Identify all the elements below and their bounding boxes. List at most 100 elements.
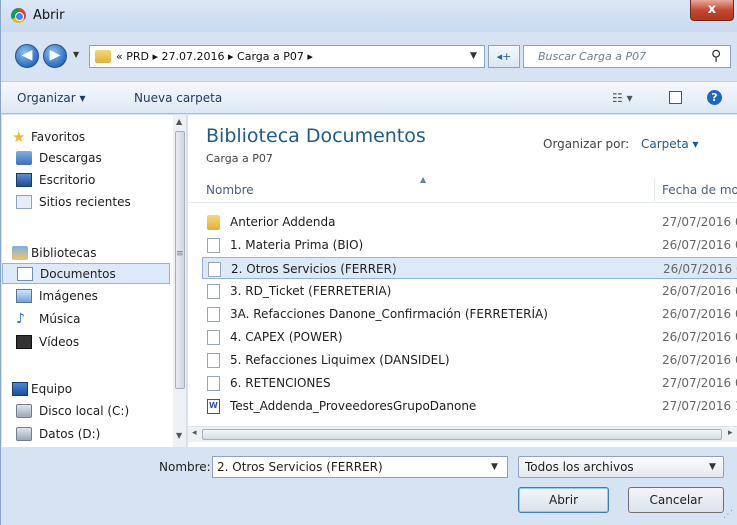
nav-item-label: Imágenes [39, 289, 98, 303]
scrollbar-thumb[interactable] [202, 429, 722, 440]
breadcrumb-item-date[interactable]: 27.07.2016 [162, 50, 225, 63]
file-name: 6. RETENCIONES [230, 376, 331, 390]
file-row[interactable]: 1. Materia Prima (BIO) 26/07/2016 0 [202, 234, 737, 256]
forward-button[interactable]: ▶ [43, 44, 67, 68]
breadcrumb: « PRD ▸ 27.07.2016 ▸ Carga a P07 ▸ [116, 50, 313, 63]
file-date: 26/07/2016 0 [662, 353, 737, 367]
file-row[interactable]: 5. Refacciones Liquimex (DANSIDEL) 26/07/… [202, 349, 737, 371]
file-list-horizontal-scrollbar[interactable]: ◂ ▸ [188, 426, 737, 442]
nav-item-downloads[interactable]: Descargas [2, 148, 170, 169]
address-bar[interactable]: « PRD ▸ 27.07.2016 ▸ Carga a P07 ▸ ▼ [89, 45, 485, 68]
nav-item-music[interactable]: ♪ Música [2, 309, 170, 330]
filename-dropdown-icon[interactable]: ▼ [491, 462, 498, 472]
folder-icon [207, 215, 220, 230]
refresh-button[interactable]: ◂+ [488, 45, 520, 68]
file-date: 26/07/2016 0 [662, 330, 737, 344]
nav-item-videos[interactable]: Vídeos [2, 332, 170, 353]
chevron-right-icon[interactable]: ▸ [228, 50, 237, 63]
file-row[interactable]: 4. CAPEX (POWER) 26/07/2016 0 [202, 326, 737, 348]
nav-item-label: Vídeos [39, 335, 80, 349]
open-button[interactable]: Abrir [518, 487, 609, 513]
file-row[interactable]: Test_Addenda_ProveedoresGrupoDanone 27/07… [202, 395, 737, 417]
close-button[interactable]: x [690, 0, 734, 21]
file-type-dropdown-icon[interactable]: ▼ [709, 462, 716, 472]
scroll-right-icon[interactable]: ▸ [728, 428, 733, 438]
pictures-icon [16, 289, 32, 303]
document-icon [207, 353, 220, 368]
recent-locations-dropdown-icon[interactable]: ▼ [73, 50, 79, 59]
help-icon[interactable]: ? [707, 90, 722, 105]
search-input[interactable]: Buscar Carga a P07 ⚲ [523, 45, 731, 68]
file-row[interactable]: Anterior Addenda 27/07/2016 0 [202, 211, 737, 233]
nav-item-favorites[interactable]: ★ Favoritos [2, 127, 170, 148]
search-placeholder: Buscar Carga a P07 [538, 50, 647, 63]
file-type-select[interactable]: Todos los archivos ▼ [518, 456, 724, 478]
arrange-by-label: Organizar por: [543, 137, 630, 151]
cancel-button[interactable]: Cancelar [628, 487, 724, 513]
computer-icon [12, 382, 28, 396]
hard-drive-icon [16, 427, 32, 441]
nav-item-label: Escritorio [39, 173, 96, 187]
file-type-value: Todos los archivos [525, 460, 634, 474]
nav-item-label: Sitios recientes [39, 195, 131, 209]
hard-drive-icon [16, 404, 32, 418]
scroll-down-icon[interactable]: ▼ [176, 431, 182, 440]
nav-item-images[interactable]: Imágenes [2, 286, 170, 307]
filename-field[interactable]: 2. Otros Servicios (FERRER) ▼ [212, 456, 508, 478]
column-divider[interactable] [654, 179, 655, 201]
file-row[interactable]: 6. RETENCIONES 27/07/2016 0 [202, 372, 737, 394]
nav-item-desktop[interactable]: Escritorio [2, 170, 170, 191]
organize-menu[interactable]: Organizar ▾ [17, 91, 86, 105]
resize-grip-icon[interactable]: ⋰ [723, 509, 733, 520]
nav-item-label: Equipo [31, 382, 73, 396]
file-date: 27/07/2016 1 [662, 399, 737, 413]
file-date: 26/07/2016 0 [662, 284, 737, 298]
search-icon[interactable]: ⚲ [711, 48, 721, 64]
file-row[interactable]: 3A. Refacciones Danone_Confirmación (FER… [202, 303, 737, 325]
scroll-up-icon[interactable]: ▲ [176, 117, 182, 126]
scroll-left-icon[interactable]: ◂ [192, 428, 197, 438]
breadcrumb-overflow[interactable]: « [116, 50, 123, 63]
new-folder-button[interactable]: Nueva carpeta [134, 91, 222, 105]
file-name: 3A. Refacciones Danone_Confirmación (FER… [230, 307, 548, 321]
nav-item-local-disk[interactable]: Disco local (C:) [2, 401, 170, 422]
nav-item-recent-places[interactable]: Sitios recientes [2, 192, 170, 213]
document-icon [207, 284, 220, 299]
file-row[interactable]: 3. RD_Ticket (FERRETERIA) 26/07/2016 0 [202, 280, 737, 302]
library-subtitle: Carga a P07 [206, 152, 273, 165]
chevron-right-icon[interactable]: ▸ [307, 50, 313, 63]
change-view-icon[interactable]: ☷ ▾ [612, 91, 633, 105]
back-button[interactable]: ◀ [15, 44, 39, 68]
file-row[interactable]: 2. Otros Servicios (FERRER) 26/07/2016 0 [202, 257, 737, 279]
command-bar: Organizar ▾ Nueva carpeta ☷ ▾ ? [1, 81, 737, 114]
column-header-name[interactable]: Nombre [206, 183, 254, 197]
nav-item-data-disk[interactable]: Datos (D:) [2, 424, 170, 445]
address-dropdown-icon[interactable]: ▼ [470, 51, 477, 61]
document-icon [207, 238, 220, 253]
nav-item-label: Datos (D:) [39, 427, 101, 441]
nav-item-computer[interactable]: Equipo [2, 379, 170, 400]
videos-icon [16, 335, 32, 349]
dialog-footer: Nombre: 2. Otros Servicios (FERRER) ▼ To… [1, 447, 737, 525]
column-header-date[interactable]: Fecha de mo [662, 183, 737, 197]
nav-item-documents[interactable]: Documentos [2, 263, 170, 284]
breadcrumb-item-prd[interactable]: PRD [126, 50, 149, 63]
chevron-right-icon[interactable]: ▸ [152, 50, 161, 63]
document-icon [208, 262, 221, 277]
arrange-by-dropdown[interactable]: Carpeta ▾ [641, 137, 699, 151]
breadcrumb-item-carga[interactable]: Carga a P07 [237, 50, 304, 63]
file-date: 26/07/2016 0 [662, 238, 737, 252]
file-name: 5. Refacciones Liquimex (DANSIDEL) [230, 353, 450, 367]
column-header-row: ▲ Nombre Fecha de mo [188, 175, 737, 203]
window-title: Abrir [33, 8, 65, 23]
documents-icon [17, 267, 33, 281]
preview-pane-icon[interactable] [669, 91, 682, 104]
nav-item-label: Bibliotecas [31, 246, 97, 260]
scrollbar-thumb[interactable] [175, 131, 185, 389]
file-date: 26/07/2016 0 [662, 307, 737, 321]
nav-item-libraries[interactable]: Bibliotecas [2, 243, 170, 264]
filename-label: Nombre: [159, 460, 211, 474]
filename-value[interactable]: 2. Otros Servicios (FERRER) [217, 460, 383, 474]
navigation-pane-scrollbar[interactable]: ▲ ≡ ▼ [173, 115, 186, 447]
nav-item-label: Documentos [40, 267, 116, 281]
